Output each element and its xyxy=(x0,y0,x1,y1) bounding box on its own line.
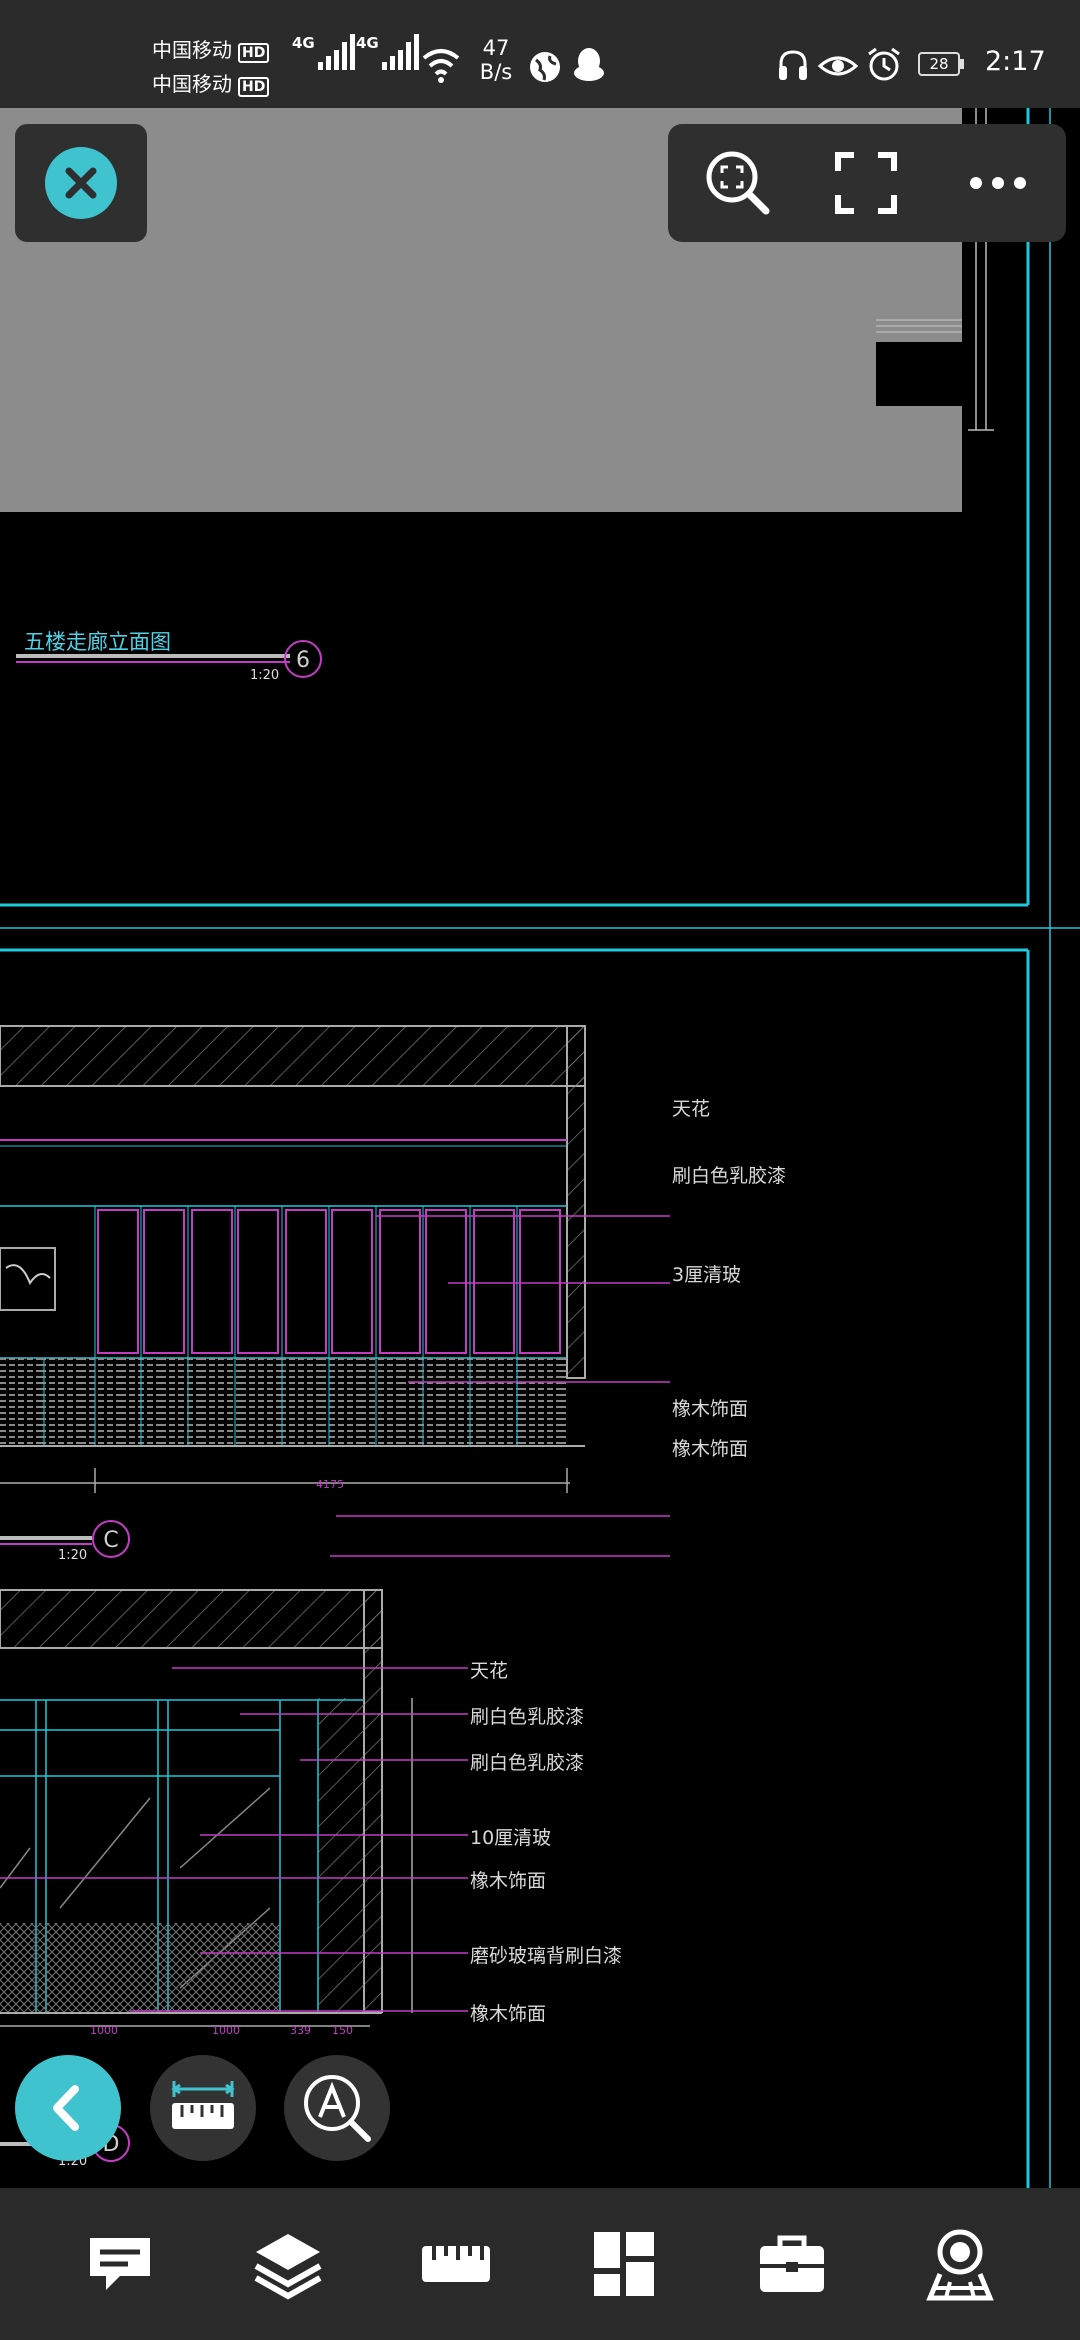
middle-annotation-5: 橡木饰面 xyxy=(672,1438,749,1460)
middle-dimension-total: 4175 xyxy=(316,1478,344,1491)
back-button[interactable] xyxy=(15,2055,121,2161)
signal-1-icon: 4G xyxy=(292,34,358,70)
qq-icon xyxy=(574,48,604,81)
network-type-2: 4G xyxy=(356,34,379,52)
bottom-annotation-4: 10厘清玻 xyxy=(470,1827,552,1849)
comment-icon xyxy=(90,2238,150,2290)
cloud-icon xyxy=(926,2229,994,2301)
bottom-annotation-2: 刷白色乳胶漆 xyxy=(470,1706,585,1728)
zoom-fit-button[interactable] xyxy=(698,143,778,223)
signal-2-icon: 4G xyxy=(356,34,422,70)
bottom-dimension-1: 1000 xyxy=(90,2024,118,2037)
middle-view-scale: 1:20 xyxy=(58,1548,88,1563)
bottom-dimension-4: 150 xyxy=(332,2024,353,2037)
network-type-1: 4G xyxy=(292,34,315,52)
close-button[interactable] xyxy=(45,147,117,219)
back-icon xyxy=(53,2085,79,2131)
eye-comfort-icon xyxy=(818,56,858,76)
status-bar: 中国移动 HD 中国移动 HD 4G 4G 47 B/s 28 2:17 xyxy=(0,0,1080,108)
view-6-scale: 1:20 xyxy=(250,668,280,683)
ruler-icon xyxy=(422,2246,490,2282)
nav-comment[interactable] xyxy=(80,2224,160,2304)
middle-view-badge: C xyxy=(92,1520,130,1558)
middle-annotation-2: 刷白色乳胶漆 xyxy=(672,1165,787,1187)
fullscreen-icon xyxy=(835,152,897,214)
nav-layout[interactable] xyxy=(584,2224,664,2304)
close-panel xyxy=(15,124,147,242)
view-6-badge: 6 xyxy=(284,640,322,678)
alarm-icon xyxy=(868,47,900,81)
net-speed-unit: B/s xyxy=(479,60,513,84)
measure-button[interactable] xyxy=(150,2055,256,2161)
fullscreen-button[interactable] xyxy=(826,143,906,223)
nav-cloud[interactable] xyxy=(920,2224,1000,2304)
toolbox-icon xyxy=(760,2235,824,2292)
headset-icon xyxy=(779,50,807,80)
middle-annotation-3: 3厘清玻 xyxy=(672,1264,742,1286)
more-icon xyxy=(970,177,1026,189)
middle-annotation-1: 天花 xyxy=(672,1098,711,1120)
view-toolbar xyxy=(668,124,1066,242)
carrier-name-1: 中国移动 xyxy=(152,38,232,62)
clock: 2:17 xyxy=(985,46,1046,77)
text-search-button[interactable] xyxy=(284,2055,390,2161)
middle-annotation-4: 橡木饰面 xyxy=(672,1398,749,1420)
bottom-dimension-3: 339 xyxy=(290,2024,311,2037)
net-speed-value: 47 xyxy=(482,36,510,60)
bottom-annotation-6: 磨砂玻璃背刷白漆 xyxy=(470,1945,623,1967)
measure-icon xyxy=(171,2081,235,2129)
layout-icon xyxy=(594,2232,654,2296)
hd-badge-2: HD xyxy=(238,77,270,97)
nav-layers[interactable] xyxy=(248,2224,328,2304)
close-icon xyxy=(65,167,97,199)
battery-tip xyxy=(960,59,964,69)
text-search-icon xyxy=(304,2075,371,2142)
carrier-label-2: 中国移动 HD xyxy=(152,68,270,97)
hd-badge-1: HD xyxy=(238,43,270,63)
carrier-label-1: 中国移动 HD xyxy=(152,34,270,63)
nav-toolbox[interactable] xyxy=(752,2224,832,2304)
bottom-annotation-3: 刷白色乳胶漆 xyxy=(470,1752,585,1774)
bottom-annotation-5: 橡木饰面 xyxy=(470,1870,547,1892)
bottom-annotation-7: 橡木饰面 xyxy=(470,2003,547,2025)
zoom-fit-icon xyxy=(706,151,770,215)
battery-level: 28 xyxy=(929,55,949,73)
more-button[interactable] xyxy=(958,143,1038,223)
layers-icon xyxy=(254,2234,322,2300)
network-speed: 47 B/s xyxy=(466,36,526,84)
drawing-canvas[interactable]: 五楼走廊立面图 1:20 6 4175 天花 刷白色乳胶漆 3厘清玻 橡木饰面 … xyxy=(0,108,1080,2188)
bottom-navigation xyxy=(0,2188,1080,2340)
bottom-annotation-1: 天花 xyxy=(470,1660,509,1682)
globe-app-icon xyxy=(530,52,560,82)
carrier-name-2: 中国移动 xyxy=(152,72,232,96)
wifi-icon xyxy=(422,49,460,83)
view-6-title: 五楼走廊立面图 xyxy=(24,630,171,654)
bottom-dimension-2: 1000 xyxy=(212,2024,240,2037)
battery-icon: 28 xyxy=(918,52,960,76)
nav-ruler[interactable] xyxy=(416,2224,496,2304)
